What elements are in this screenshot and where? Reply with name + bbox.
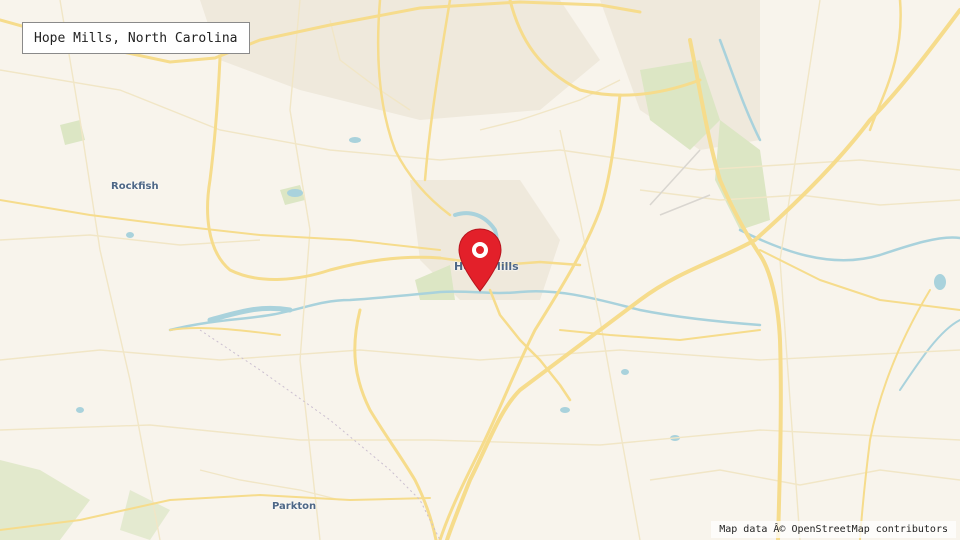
location-title: Hope Mills, North Carolina	[22, 22, 250, 54]
map-attribution[interactable]: Map data Â© OpenStreetMap contributors	[711, 521, 956, 538]
place-label-parkton: Parkton	[272, 501, 317, 512]
map-pin-icon[interactable]	[456, 227, 504, 295]
place-label-rockfish: Rockfish	[111, 181, 159, 192]
map-view[interactable]: Hope Mills, North Carolina Rockfish Park…	[0, 0, 960, 540]
